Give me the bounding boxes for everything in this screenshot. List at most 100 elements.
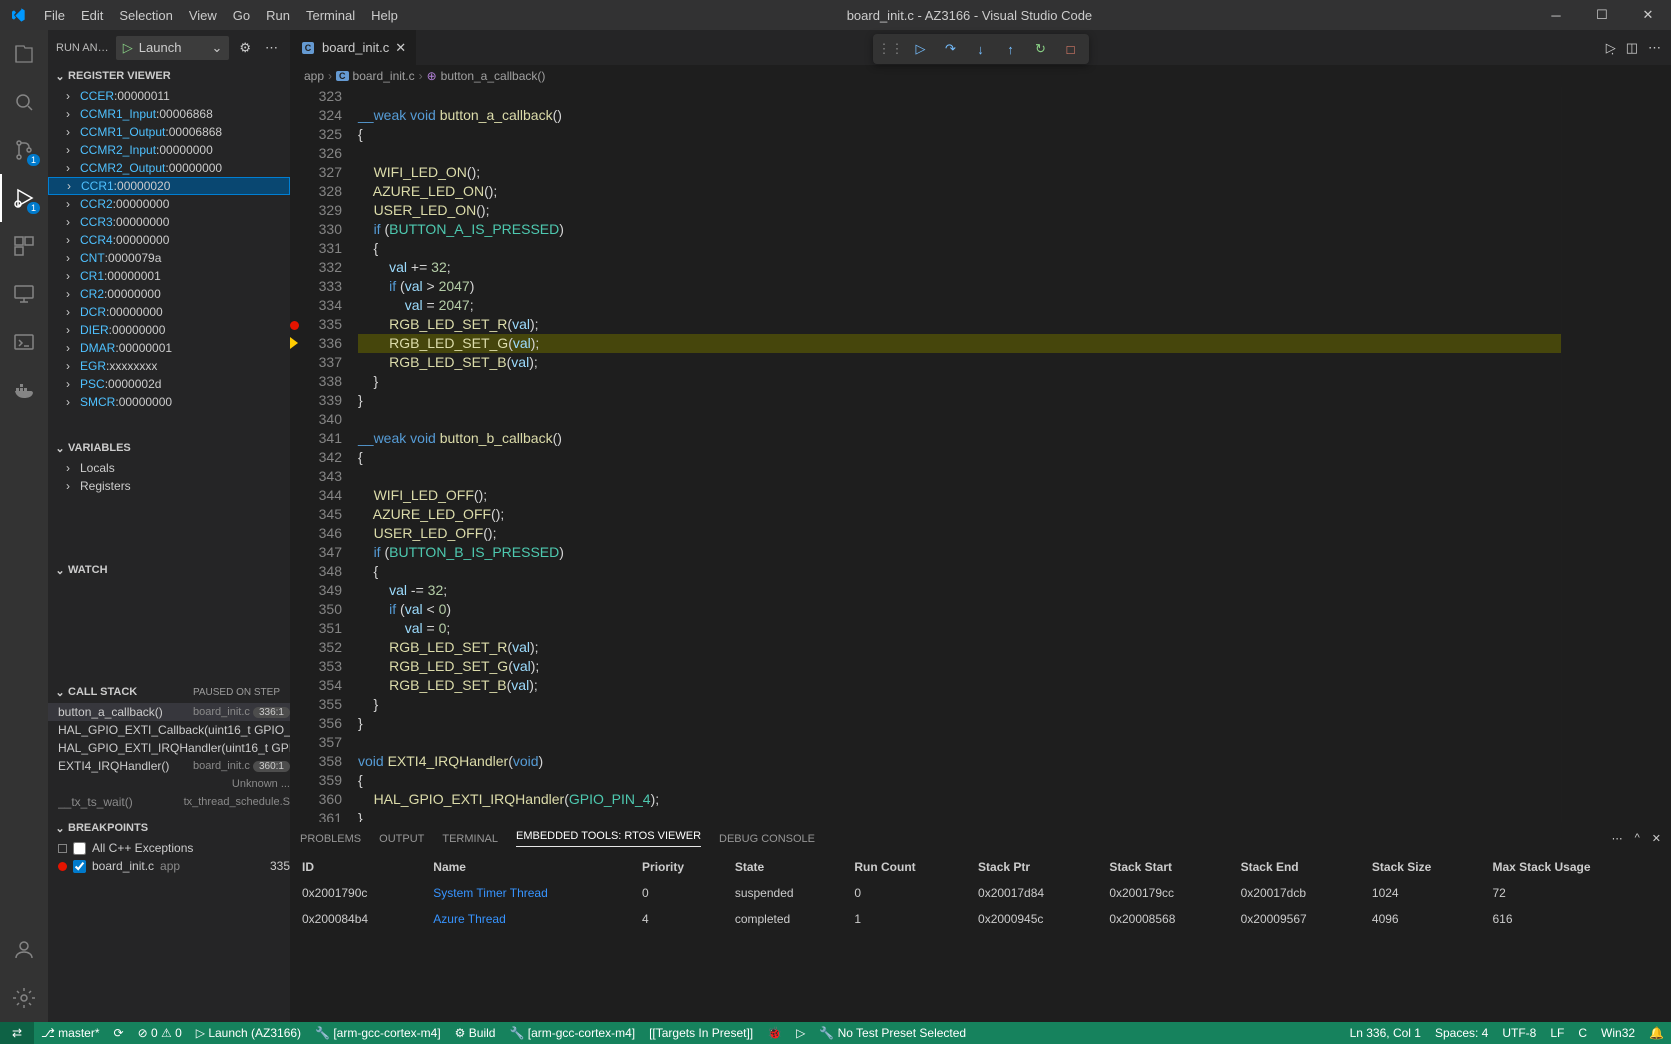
variables-locals[interactable]: ›Locals: [48, 459, 290, 477]
search-icon[interactable]: [0, 78, 48, 126]
debug-toolbar[interactable]: ⋮⋮ ▷ ↷ ↓ ↑ ↻ □: [873, 34, 1089, 64]
source-control-icon[interactable]: 1: [0, 126, 48, 174]
status-item[interactable]: 🔧 No Test Preset Selected: [812, 1022, 973, 1044]
table-header[interactable]: ID: [294, 854, 425, 880]
minimap[interactable]: [1561, 87, 1671, 822]
panel-tab-output[interactable]: OUTPUT: [379, 833, 424, 845]
register-row[interactable]: ›CCMR1_Input: 00006868: [48, 105, 290, 123]
panel-close-icon[interactable]: ✕: [1652, 832, 1661, 845]
callstack-frame[interactable]: HAL_GPIO_EXTI_Callback(uint16_t GPIO_P: [48, 721, 290, 739]
remote-button[interactable]: ⇄: [0, 1022, 34, 1044]
register-row[interactable]: ›CCMR2_Input: 00000000: [48, 141, 290, 159]
register-row[interactable]: ›CCR1: 00000020: [48, 177, 290, 195]
status-item[interactable]: ⊘ 0 ⚠ 0: [131, 1022, 189, 1044]
breadcrumb-item[interactable]: button_a_callback(): [441, 69, 546, 83]
watch-tree[interactable]: [48, 581, 290, 681]
status-item[interactable]: [[Targets In Preset]]: [642, 1022, 760, 1044]
register-row[interactable]: ›PSC: 0000002d: [48, 375, 290, 393]
breakpoints-tree[interactable]: All C++ Exceptions board_init.c app335: [48, 839, 290, 875]
more-actions-icon[interactable]: ⋯: [1648, 40, 1661, 56]
settings-gear-icon[interactable]: [0, 974, 48, 1022]
register-row[interactable]: ›CCR2: 00000000: [48, 195, 290, 213]
maximize-button[interactable]: ☐: [1579, 0, 1625, 30]
table-row[interactable]: 0x200084b4Azure Thread4completed10x20009…: [294, 906, 1667, 932]
status-item[interactable]: Ln 336, Col 1: [1343, 1022, 1428, 1044]
callstack-frame[interactable]: HAL_GPIO_EXTI_IRQHandler(uint16_t GPIO: [48, 739, 290, 757]
menu-selection[interactable]: Selection: [111, 0, 180, 30]
menu-help[interactable]: Help: [363, 0, 406, 30]
register-row[interactable]: ›DMAR: 00000001: [48, 339, 290, 357]
status-item[interactable]: Win32: [1594, 1022, 1642, 1044]
status-item[interactable]: 🔧 [arm-gcc-cortex-m4]: [502, 1022, 642, 1044]
explorer-icon[interactable]: [0, 30, 48, 78]
remote-explorer-icon[interactable]: [0, 270, 48, 318]
table-header[interactable]: Run Count: [846, 854, 970, 880]
table-header[interactable]: Stack Size: [1364, 854, 1485, 880]
rtos-table[interactable]: IDNamePriorityStateRun CountStack PtrSta…: [290, 854, 1671, 1022]
status-item[interactable]: 🔔: [1642, 1022, 1671, 1044]
section-breakpoints[interactable]: ⌄BREAKPOINTS: [48, 817, 290, 839]
register-row[interactable]: ›CCMR2_Output: 00000000: [48, 159, 290, 177]
register-row[interactable]: ›CR1: 00000001: [48, 267, 290, 285]
stop-button[interactable]: □: [1057, 36, 1085, 62]
docker-icon[interactable]: [0, 366, 48, 414]
section-variables[interactable]: ⌄VARIABLES: [48, 437, 290, 459]
table-row[interactable]: 0x2001790cSystem Timer Thread0suspended0…: [294, 880, 1667, 906]
status-item[interactable]: ⎇ master*: [34, 1022, 107, 1044]
status-item[interactable]: ▷: [789, 1022, 812, 1044]
breadcrumbs[interactable]: app › C board_init.c › ⊕ button_a_callba…: [290, 65, 1671, 87]
close-button[interactable]: ✕: [1625, 0, 1671, 30]
variables-tree[interactable]: ›Locals ›Registers: [48, 459, 290, 559]
step-into-button[interactable]: ↓: [967, 36, 995, 62]
status-item[interactable]: 🔧 [arm-gcc-cortex-m4]: [308, 1022, 448, 1044]
table-header[interactable]: Stack Start: [1101, 854, 1232, 880]
breadcrumb-item[interactable]: app: [304, 69, 324, 83]
gear-icon[interactable]: ⚙: [235, 40, 255, 56]
register-row[interactable]: ›CCR4: 00000000: [48, 231, 290, 249]
menu-go[interactable]: Go: [225, 0, 258, 30]
status-item[interactable]: LF: [1543, 1022, 1571, 1044]
register-row[interactable]: ›CCER: 00000011: [48, 87, 290, 105]
status-item[interactable]: UTF-8: [1495, 1022, 1543, 1044]
code-content[interactable]: __weak void button_a_callback(){ WIFI_LE…: [358, 87, 1561, 822]
extensions-icon[interactable]: [0, 222, 48, 270]
callstack-frame[interactable]: Unknown ...: [48, 775, 290, 793]
callstack-frame[interactable]: __tx_ts_wait()tx_thread_schedule.S: [48, 793, 290, 811]
status-item[interactable]: C: [1571, 1022, 1594, 1044]
restart-button[interactable]: ↻: [1027, 36, 1055, 62]
register-row[interactable]: ›CCR3: 00000000: [48, 213, 290, 231]
accounts-icon[interactable]: [0, 926, 48, 974]
run-debug-icon[interactable]: 1: [0, 174, 48, 222]
drag-grip-icon[interactable]: ⋮⋮: [877, 36, 905, 62]
panel-more-icon[interactable]: ⋯: [1612, 832, 1623, 845]
breakpoint-row[interactable]: All C++ Exceptions: [48, 839, 290, 857]
status-item[interactable]: ⚙ Build: [448, 1022, 503, 1044]
register-row[interactable]: ›DIER: 00000000: [48, 321, 290, 339]
status-item[interactable]: ▷ Launch (AZ3166): [189, 1022, 308, 1044]
table-header[interactable]: State: [727, 854, 847, 880]
split-editor-icon[interactable]: ◫: [1626, 40, 1638, 56]
register-row[interactable]: ›CNT: 0000079a: [48, 249, 290, 267]
chevron-down-icon[interactable]: ⌄: [205, 40, 228, 56]
register-row[interactable]: ›CR2: 00000000: [48, 285, 290, 303]
code-editor[interactable]: 3233243253263273283293303313323333343353…: [290, 87, 1561, 822]
editor-tab-board-init[interactable]: C board_init.c ✕: [290, 30, 417, 65]
status-item[interactable]: ⟳: [107, 1022, 131, 1044]
table-header[interactable]: Name: [425, 854, 634, 880]
table-header[interactable]: Stack Ptr: [970, 854, 1101, 880]
breadcrumb-item[interactable]: board_init.c: [353, 69, 415, 83]
table-header[interactable]: Stack End: [1233, 854, 1364, 880]
section-watch[interactable]: ⌄WATCH: [48, 559, 290, 581]
register-tree[interactable]: ›CCER: 00000011›CCMR1_Input: 00006868›CC…: [48, 87, 290, 437]
section-register-viewer[interactable]: ⌄REGISTER VIEWER: [48, 65, 290, 87]
menu-view[interactable]: View: [181, 0, 225, 30]
panel-tab-rtos[interactable]: EMBEDDED TOOLS: RTOS VIEWER: [516, 830, 701, 847]
panel-tab-terminal[interactable]: TERMINAL: [442, 833, 498, 845]
panel-tab-debugconsole[interactable]: DEBUG CONSOLE: [719, 833, 815, 845]
register-row[interactable]: ›CCMR1_Output: 00006868: [48, 123, 290, 141]
callstack-frame[interactable]: EXTI4_IRQHandler()board_init.c 360:1: [48, 757, 290, 775]
start-debug-icon[interactable]: ▷: [117, 40, 139, 56]
table-header[interactable]: Priority: [634, 854, 727, 880]
step-out-button[interactable]: ↑: [997, 36, 1025, 62]
more-icon[interactable]: ⋯: [261, 40, 282, 56]
